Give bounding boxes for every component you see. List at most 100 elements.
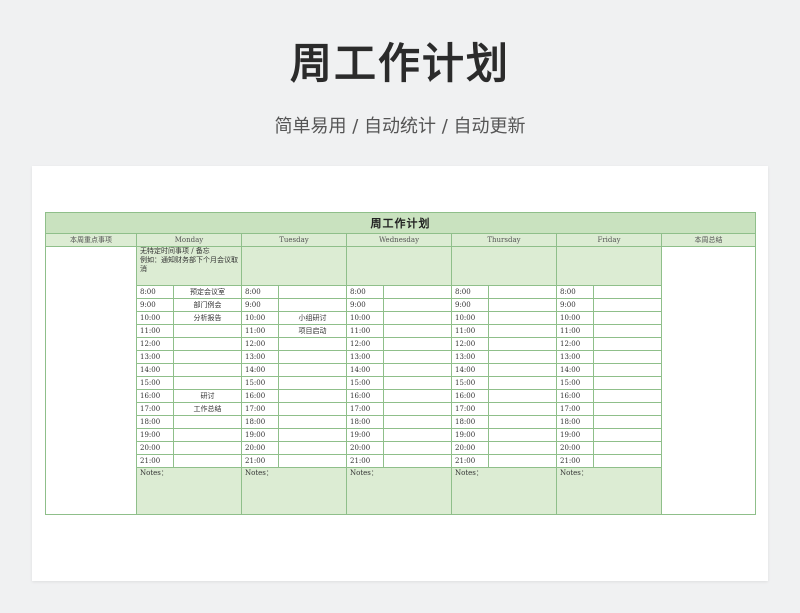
monday-task-cell[interactable]: 工作总结 [173,402,242,416]
friday-note-cell[interactable] [556,246,662,286]
tuesday-task-cell[interactable]: 小组研讨 [278,311,347,325]
friday-task-cell[interactable] [593,415,662,429]
monday-time-cell: 18:00 [136,415,174,429]
weekly-plan-table: 周工作计划 本周重点事项 Monday Tuesday Wednesday Th… [44,212,757,515]
monday-task-cell[interactable] [173,415,242,429]
thursday-task-cell[interactable] [488,324,557,338]
wednesday-task-cell[interactable] [383,311,452,325]
thursday-task-cell[interactable] [488,428,557,442]
thursday-time-cell: 8:00 [451,285,489,299]
wednesday-time-cell: 13:00 [346,350,384,364]
thursday-task-cell[interactable] [488,350,557,364]
wednesday-task-cell[interactable] [383,454,452,468]
wednesday-task-cell[interactable] [383,402,452,416]
thursday-task-cell[interactable] [488,415,557,429]
thursday-task-cell[interactable] [488,285,557,299]
thursday-time-cell: 21:00 [451,454,489,468]
friday-task-cell[interactable] [593,454,662,468]
tuesday-note-cell[interactable] [241,246,347,286]
monday-task-cell[interactable] [173,376,242,390]
monday-time-cell: 10:00 [136,311,174,325]
tuesday-task-cell[interactable] [278,441,347,455]
monday-notes-cell[interactable]: Notes： [136,467,242,515]
tuesday-task-cell[interactable] [278,389,347,403]
tuesday-task-cell[interactable] [278,428,347,442]
friday-task-cell[interactable] [593,376,662,390]
tuesday-task-cell[interactable] [278,337,347,351]
monday-task-cell[interactable] [173,324,242,338]
wednesday-task-cell[interactable] [383,363,452,377]
monday-task-cell[interactable] [173,363,242,377]
memo-text: 无特定时间事项 / 备忘 例如：通知财务部下个月会议取消 [140,247,238,274]
thursday-time-cell: 17:00 [451,402,489,416]
tuesday-task-cell[interactable]: 项目启动 [278,324,347,338]
thursday-task-cell[interactable] [488,363,557,377]
monday-task-cell[interactable]: 部门例会 [173,298,242,312]
wednesday-notes-cell[interactable]: Notes： [346,467,452,515]
friday-task-cell[interactable] [593,285,662,299]
monday-task-cell[interactable]: 研讨 [173,389,242,403]
thursday-task-cell[interactable] [488,376,557,390]
monday-task-cell[interactable] [173,454,242,468]
day-header-friday: Friday [556,233,662,247]
wednesday-note-cell[interactable] [346,246,452,286]
thursday-task-cell[interactable] [488,454,557,468]
friday-task-cell[interactable] [593,389,662,403]
tuesday-task-cell[interactable] [278,298,347,312]
friday-task-cell[interactable] [593,402,662,416]
monday-task-cell[interactable] [173,337,242,351]
thursday-note-cell[interactable] [451,246,557,286]
monday-task-cell[interactable] [173,441,242,455]
tuesday-notes-cell[interactable]: Notes： [241,467,347,515]
thursday-task-cell[interactable] [488,389,557,403]
wednesday-time-cell: 17:00 [346,402,384,416]
tuesday-time-cell: 17:00 [241,402,279,416]
monday-task-cell[interactable] [173,428,242,442]
wednesday-task-cell[interactable] [383,389,452,403]
thursday-task-cell[interactable] [488,441,557,455]
wednesday-task-cell[interactable] [383,376,452,390]
friday-task-cell[interactable] [593,337,662,351]
wednesday-task-cell[interactable] [383,415,452,429]
monday-task-cell[interactable] [173,350,242,364]
thursday-task-cell[interactable] [488,311,557,325]
monday-task-cell[interactable]: 预定会议室 [173,285,242,299]
friday-notes-cell[interactable]: Notes： [556,467,662,515]
tuesday-task-cell[interactable] [278,402,347,416]
thursday-notes-cell[interactable]: Notes： [451,467,557,515]
monday-note-cell[interactable]: 无特定时间事项 / 备忘 例如：通知财务部下个月会议取消 [136,246,242,286]
tuesday-task-cell[interactable] [278,376,347,390]
weekly-summary-cell[interactable] [660,246,757,515]
friday-task-cell[interactable] [593,363,662,377]
friday-task-cell[interactable] [593,311,662,325]
wednesday-task-cell[interactable] [383,350,452,364]
wednesday-task-cell[interactable] [383,428,452,442]
tuesday-time-cell: 11:00 [241,324,279,338]
tuesday-task-cell[interactable] [278,454,347,468]
friday-task-cell[interactable] [593,428,662,442]
friday-task-cell[interactable] [593,350,662,364]
tuesday-task-cell[interactable] [278,285,347,299]
tuesday-task-cell[interactable] [278,415,347,429]
friday-task-cell[interactable] [593,324,662,338]
monday-task-cell[interactable]: 分析报告 [173,311,242,325]
time-row: 16:00 研讨 16:00 16:00 16:00 16:00 [46,389,756,403]
friday-task-cell[interactable] [593,441,662,455]
wednesday-task-cell[interactable] [383,324,452,338]
thursday-time-cell: 14:00 [451,363,489,377]
tuesday-time-cell: 10:00 [241,311,279,325]
thursday-time-cell: 15:00 [451,376,489,390]
wednesday-task-cell[interactable] [383,441,452,455]
tuesday-task-cell[interactable] [278,363,347,377]
wednesday-task-cell[interactable] [383,298,452,312]
thursday-task-cell[interactable] [488,337,557,351]
focus-items-cell[interactable] [45,246,137,515]
thursday-task-cell[interactable] [488,402,557,416]
thursday-time-cell: 12:00 [451,337,489,351]
wednesday-task-cell[interactable] [383,337,452,351]
thursday-task-cell[interactable] [488,298,557,312]
tuesday-task-cell[interactable] [278,350,347,364]
friday-task-cell[interactable] [593,298,662,312]
wednesday-task-cell[interactable] [383,285,452,299]
time-row: 11:00 11:00 项目启动 11:00 11:00 11:00 [46,324,756,338]
